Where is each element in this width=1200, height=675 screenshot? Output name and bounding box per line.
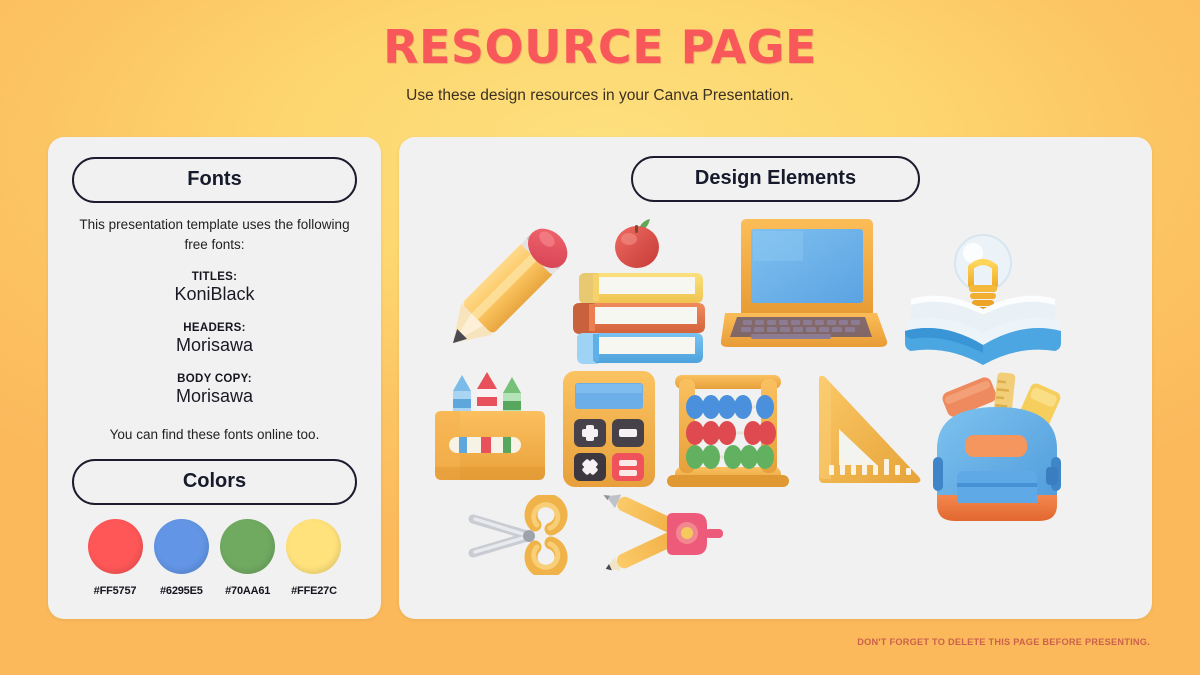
color-swatch[interactable]: #6295E5	[150, 519, 212, 597]
page-title: RESOURCE PAGE	[383, 20, 817, 74]
compass-illustration[interactable]	[589, 487, 734, 587]
color-swatch[interactable]: #FFE27C	[283, 519, 345, 597]
font-value-headers: Morisawa	[175, 335, 254, 356]
font-label-body-copy: BODY COPY:	[177, 373, 252, 386]
fonts-heading-pill: Fonts	[72, 157, 357, 203]
color-swatch-dot-yellow	[286, 519, 342, 574]
page-header: RESOURCE PAGE Use these design resources…	[0, 0, 1200, 105]
design-elements-grid	[423, 213, 1128, 605]
fonts-intro-text: This presentation template uses the foll…	[79, 217, 350, 252]
backpack-illustration[interactable]	[915, 361, 1080, 546]
color-swatch-dot-red	[87, 519, 143, 574]
book-lightbulb-illustration[interactable]	[903, 227, 1063, 372]
pencil-illustration[interactable]	[431, 223, 571, 373]
laptop-illustration[interactable]	[719, 217, 889, 372]
design-elements-heading-pill: Design Elements	[631, 156, 920, 202]
content-area: Fonts This presentation template uses th…	[48, 137, 1152, 619]
color-swatch-dot-green	[220, 519, 276, 574]
color-swatch-hex-green: #70AA61	[225, 585, 271, 597]
fonts-outro-text: You can find these fonts online too.	[109, 427, 320, 443]
colors-heading-pill: Colors	[72, 459, 357, 505]
font-value-body-copy: Morisawa	[175, 386, 254, 407]
color-swatch-list: #FF5757 #6295E5 #70AA61 #FFE27C	[72, 519, 357, 597]
font-group-titles: TITLES: KoniBlack	[68, 271, 361, 305]
calculator-illustration[interactable]	[555, 365, 665, 498]
scissors-illustration[interactable]	[461, 493, 581, 580]
color-swatch[interactable]: #70AA61	[217, 519, 279, 597]
design-elements-heading-label: Design Elements	[694, 167, 857, 189]
font-label-headers: HEADERS:	[183, 322, 246, 335]
books-apple-illustration[interactable]	[565, 219, 715, 369]
font-label-titles: TITLES:	[191, 271, 238, 284]
color-swatch-dot-blue	[153, 519, 209, 574]
fonts-body: This presentation template uses the foll…	[68, 215, 361, 442]
color-swatch-hex-red: #FF5757	[93, 585, 137, 597]
crayons-illustration[interactable]	[427, 369, 552, 499]
font-group-headers: HEADERS: Morisawa	[68, 322, 361, 356]
color-swatch-hex-blue: #6295E5	[160, 585, 203, 597]
design-elements-panel: Design Elements	[399, 137, 1152, 619]
footer-warning-note: DON'T FORGET TO DELETE THIS PAGE BEFORE …	[857, 637, 1150, 647]
colors-heading-label: Colors	[182, 470, 247, 492]
abacus-illustration[interactable]	[661, 365, 796, 498]
fonts-heading-label: Fonts	[187, 168, 242, 190]
color-swatch-hex-yellow: #FFE27C	[291, 585, 337, 597]
ruler-triangle-illustration[interactable]	[807, 371, 927, 501]
font-value-titles: KoniBlack	[174, 284, 255, 305]
page-subtitle: Use these design resources in your Canva…	[406, 86, 794, 104]
font-group-body-copy: BODY COPY: Morisawa	[68, 373, 361, 407]
color-swatch[interactable]: #FF5757	[84, 519, 146, 597]
fonts-and-colors-panel: Fonts This presentation template uses th…	[48, 137, 381, 619]
